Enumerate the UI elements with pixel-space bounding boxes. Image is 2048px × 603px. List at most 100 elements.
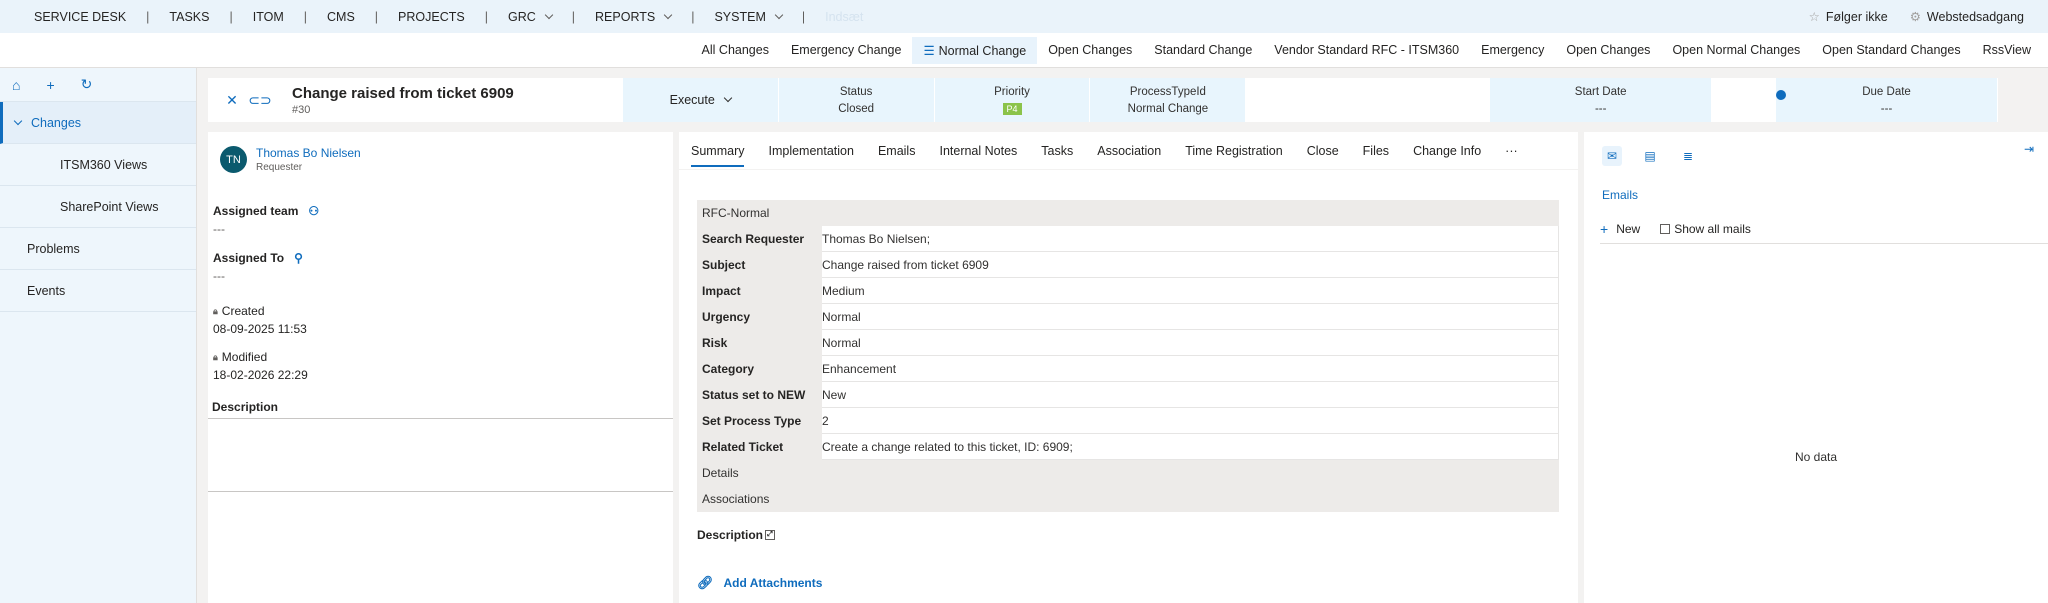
- new-email-button[interactable]: + New: [1600, 221, 1640, 237]
- paperclip-icon: 🔗︎: [697, 575, 714, 590]
- close-icon[interactable]: ✕: [218, 86, 246, 114]
- sidebar-item-problems[interactable]: Problems: [0, 228, 196, 270]
- sidebar-item-events[interactable]: Events: [0, 270, 196, 312]
- tab-association[interactable]: Association: [1085, 132, 1173, 170]
- form-row-key: Category: [697, 355, 822, 382]
- mail-icon[interactable]: ✉: [1602, 146, 1622, 166]
- page-title: Change raised from ticket 6909: [292, 84, 514, 102]
- chevron-down-icon: [13, 116, 23, 125]
- view-tab-open-changes[interactable]: Open Changes: [1037, 37, 1143, 63]
- nav-cms[interactable]: CMS: [313, 10, 369, 24]
- form-row: Search Requester Thomas Bo Nielsen;: [697, 225, 1559, 252]
- tab-close[interactable]: Close: [1295, 132, 1351, 170]
- form-row: Risk Normal: [697, 329, 1559, 356]
- emails-toolbar: + New Show all mails: [1600, 214, 2048, 244]
- assigned-to-label: Assigned To ⚲: [213, 251, 303, 265]
- top-navigation: SERVICE DESK | TASKS | ITOM | CMS | PROJ…: [0, 0, 2048, 33]
- link-icon[interactable]: ⊂⊃: [246, 86, 274, 114]
- view-tab-emergency-change[interactable]: Emergency Change: [780, 37, 912, 63]
- view-tab-normal-change[interactable]: ☰ Normal Change: [912, 36, 1038, 64]
- form-row-value: Medium: [822, 277, 1559, 304]
- tab-files[interactable]: Files: [1351, 132, 1401, 170]
- form-row-value: Enhancement: [822, 355, 1559, 382]
- tab-internal-notes[interactable]: Internal Notes: [927, 132, 1029, 170]
- more-tabs-button[interactable]: ···: [1493, 132, 1530, 170]
- title-box: Change raised from ticket 6909 #30: [292, 85, 514, 116]
- site-access-button[interactable]: ⚙ Webstedsadgang: [1910, 9, 2024, 24]
- assigned-to-value: ---: [213, 269, 225, 283]
- nav-grc-label: GRC: [507, 9, 536, 24]
- tab-emails[interactable]: Emails: [866, 132, 928, 170]
- site-access-icon: ⚙: [1909, 10, 1921, 24]
- view-tabs: All Changes Emergency Change ☰ Normal Cha…: [0, 33, 2048, 68]
- view-tab-emergency[interactable]: Emergency: [1470, 37, 1555, 63]
- nav-grc[interactable]: GRC: [494, 10, 566, 24]
- due-date-cell: Due Date ---: [1776, 78, 1998, 122]
- sidebar-item-itsm360-views[interactable]: ITSM360 Views: [0, 144, 196, 186]
- nav-tasks[interactable]: TASKS: [155, 10, 223, 24]
- nav-itom[interactable]: ITOM: [239, 10, 298, 24]
- tab-summary[interactable]: Summary: [691, 132, 756, 170]
- tab-implementation[interactable]: Implementation: [756, 132, 865, 170]
- add-attachments-button[interactable]: 🔗︎ Add Attachments: [697, 575, 822, 591]
- top-right-actions: ☆ Følger ikke ⚙ Webstedsadgang: [1809, 0, 2024, 33]
- view-tab-vendor-standard[interactable]: Vendor Standard RFC - ITSM360: [1263, 37, 1470, 63]
- view-tab-open-changes-2[interactable]: Open Changes: [1555, 37, 1661, 63]
- associations-section[interactable]: Associations: [697, 486, 1559, 512]
- expand-icon[interactable]: ⤢: [765, 530, 776, 540]
- execute-dropdown[interactable]: Execute: [622, 78, 779, 122]
- nav-system[interactable]: SYSTEM: [700, 10, 795, 24]
- description-field: Description ⤢: [697, 528, 776, 542]
- add-icon[interactable]: +: [46, 77, 54, 93]
- sidebar-item-changes[interactable]: Changes: [0, 102, 196, 144]
- view-tab-standard-change[interactable]: Standard Change: [1143, 37, 1263, 63]
- tab-tasks[interactable]: Tasks: [1029, 132, 1085, 170]
- tab-change-info[interactable]: Change Info: [1401, 132, 1493, 170]
- collapse-panel-icon[interactable]: ⇥: [2024, 142, 2034, 156]
- start-date-label: Start Date: [1574, 85, 1627, 98]
- chevron-down-icon: [774, 10, 784, 19]
- form-row-key: Risk: [697, 329, 822, 356]
- requester: TN Thomas Bo Nielsen Requester: [208, 132, 673, 173]
- empty-state: No data: [1794, 450, 1838, 464]
- home-icon[interactable]: ⌂: [12, 77, 20, 93]
- start-date-cell: Start Date ---: [1490, 78, 1713, 122]
- view-tab-open-standard-changes[interactable]: Open Standard Changes: [1811, 37, 1971, 63]
- execute-label: Execute: [669, 93, 715, 107]
- form-row: Status set to NEW New: [697, 381, 1559, 408]
- process-type-label: ProcessTypeId: [1129, 85, 1206, 98]
- nav-service-desk[interactable]: SERVICE DESK: [20, 10, 140, 24]
- form-row-value: Normal: [822, 329, 1559, 356]
- tab-time-registration[interactable]: Time Registration: [1173, 132, 1295, 170]
- view-tab-rssview[interactable]: RssView: [1972, 37, 2042, 63]
- view-tab-all-changes[interactable]: All Changes: [691, 37, 780, 63]
- details-panel: TN Thomas Bo Nielsen Requester Assigned …: [208, 132, 673, 603]
- view-tab-open-normal-changes[interactable]: Open Normal Changes: [1661, 37, 1811, 63]
- refresh-icon[interactable]: ↻: [81, 76, 93, 93]
- modified-text: Modified: [221, 350, 268, 364]
- form-row-value: Change raised from ticket 6909: [822, 251, 1559, 278]
- follow-button[interactable]: ☆ Følger ikke: [1809, 9, 1888, 24]
- details-section[interactable]: Details: [697, 460, 1559, 486]
- assigned-team-text: Assigned team: [213, 204, 299, 218]
- person-icon[interactable]: ⚲: [294, 251, 303, 265]
- team-icon[interactable]: ⚇: [308, 204, 319, 218]
- description-box[interactable]: [208, 418, 673, 492]
- nav-projects[interactable]: PROJECTS: [384, 10, 479, 24]
- add-attachments-label: Add Attachments: [723, 576, 823, 590]
- form-row-value: Thomas Bo Nielsen;: [822, 225, 1559, 252]
- show-all-mails-checkbox[interactable]: Show all mails: [1660, 222, 1751, 236]
- plus-icon: +: [1600, 220, 1609, 237]
- record-number: #30: [292, 103, 311, 116]
- notes-icon[interactable]: ≣: [1678, 146, 1698, 166]
- follow-label: Følger ikke: [1825, 10, 1888, 24]
- lock-icon: 🔒︎: [213, 305, 218, 316]
- form-row-value: Normal: [822, 303, 1559, 330]
- description-label: Description: [212, 400, 279, 414]
- requester-name-link[interactable]: Thomas Bo Nielsen: [256, 146, 361, 160]
- sidebar-item-sharepoint-views[interactable]: SharePoint Views: [0, 186, 196, 228]
- document-icon[interactable]: ▤: [1640, 146, 1660, 166]
- assigned-to-text: Assigned To: [213, 251, 285, 265]
- process-type-cell: ProcessTypeId Normal Change: [1090, 78, 1247, 122]
- nav-reports[interactable]: REPORTS: [581, 10, 685, 24]
